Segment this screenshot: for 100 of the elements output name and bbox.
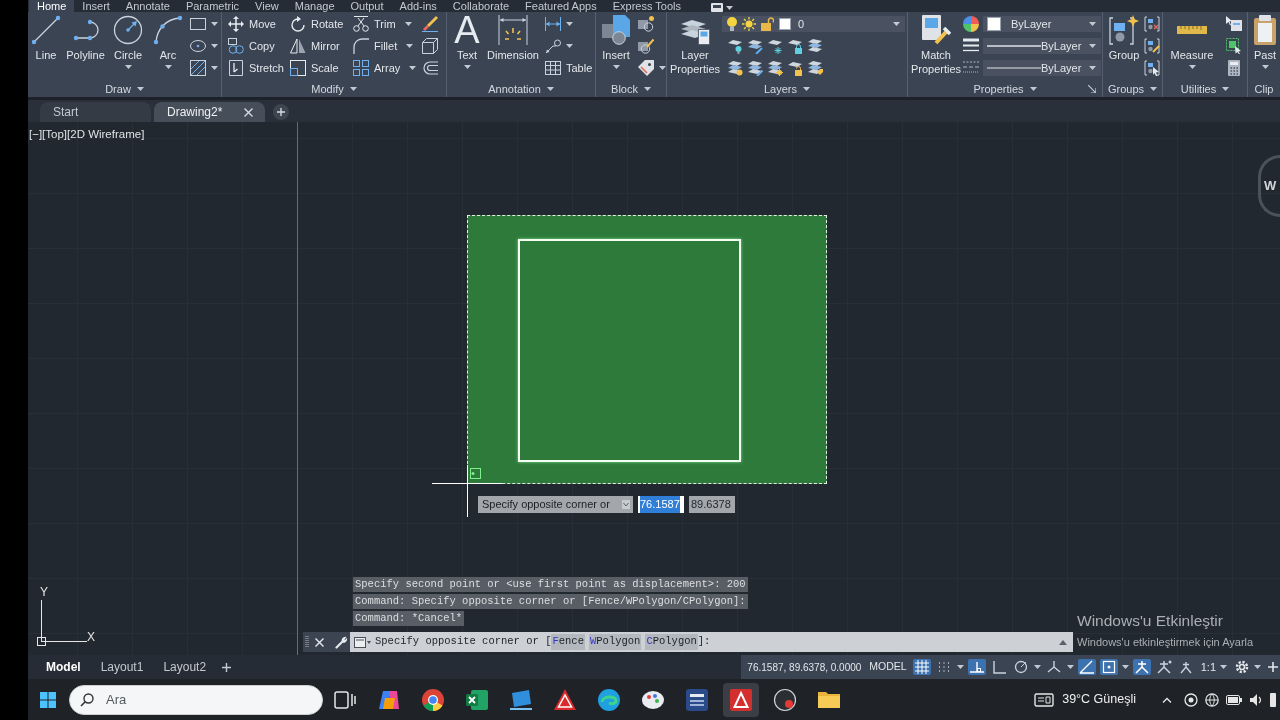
caret-icon[interactable] [1089,66,1096,70]
layer-stack-pencil-icon[interactable] [747,60,763,76]
layer-stack-tag-icon[interactable] [807,60,823,76]
create-block-icon[interactable] [638,16,654,32]
caret-icon[interactable] [1150,86,1158,91]
coordinate-input[interactable]: 76.1587 [638,496,684,513]
panel-title[interactable]: Utilities [1180,81,1230,96]
select-all-icon[interactable] [1226,38,1242,54]
arc-button[interactable]: Arc [149,12,187,79]
layer-snowflake-icon[interactable] [767,38,783,54]
caret-icon[interactable] [463,65,471,69]
offset-icon[interactable] [422,60,438,76]
ribbon-tab[interactable]: View [247,0,287,12]
circle-button[interactable]: Circle [109,12,147,79]
caret-icon[interactable] [725,5,733,10]
new-tab-button[interactable] [273,104,289,120]
scale-button[interactable]: Scale [290,57,339,79]
insert-button[interactable]: Insert [600,12,632,79]
annotation-visibility-icon[interactable] [1132,659,1151,675]
quick-select-icon[interactable] [1226,16,1242,32]
caret-icon[interactable] [404,22,412,26]
caret-icon[interactable] [1089,44,1096,48]
ellipse-icon[interactable] [190,38,206,54]
panel-title[interactable]: Annotation [488,81,554,96]
annotation-scale-button[interactable]: 1:1 [1200,658,1216,676]
padlock-icon[interactable] [761,17,774,31]
infer-icon[interactable] [967,659,986,675]
options-arrow-icon[interactable] [622,500,630,509]
layout-tab[interactable]: Layout2 [153,655,217,679]
measure-button[interactable]: Measure [1167,12,1217,79]
caret-icon[interactable] [211,44,218,48]
table-button[interactable]: Table [545,57,593,79]
tracking-icon[interactable] [1077,659,1096,675]
caret-icon[interactable] [406,44,414,48]
caret-icon[interactable] [1222,86,1230,91]
caret-icon[interactable] [546,86,554,91]
linetype-dropdown[interactable]: ByLayer [983,60,1101,76]
cube-icon[interactable] [422,38,438,54]
panel-launcher-icon[interactable] [1088,84,1096,93]
polyline-button[interactable]: Polyline [64,12,107,79]
square-outline[interactable] [518,239,741,462]
object-snap-icon[interactable] [1099,659,1118,675]
caret-icon[interactable] [1033,665,1041,669]
caret-icon[interactable] [1220,665,1227,669]
wrench-icon[interactable] [335,635,348,649]
battery-icon[interactable] [1226,694,1242,705]
ribbon-tab[interactable]: Featured Apps [517,0,605,12]
plus-icon[interactable] [222,662,232,672]
search-field[interactable]: Ara [69,684,323,715]
ribbon-tab[interactable]: Insert [74,0,118,12]
command-option[interactable]: WPolygon [588,634,642,650]
calculator-icon[interactable] [1228,60,1240,76]
layer-stack-sun-icon[interactable] [767,60,783,76]
layout-tab[interactable]: Layout1 [90,655,154,679]
color-wheel-icon[interactable] [963,16,979,32]
group-edit-icon[interactable] [1144,38,1160,54]
document-tab[interactable]: Start [40,102,151,122]
caret-icon[interactable] [612,65,620,69]
caret-icon[interactable] [1029,86,1037,91]
ribbon-tab[interactable]: Collaborate [444,0,518,12]
weather-text[interactable]: 39°C Güneşli [1062,690,1136,709]
globe-icon[interactable] [1205,692,1219,707]
stretch-button[interactable]: Stretch [228,57,284,79]
taskbar-app-button[interactable] [723,682,759,717]
rotate-button[interactable]: Rotate [290,13,344,35]
viewport-controls-label[interactable]: [−][Top][2D Wireframe] [29,127,145,141]
layer-stack-icon[interactable] [807,38,823,54]
tray-bar-icon[interactable] [1270,692,1276,707]
ribbon-tab[interactable]: Output [342,0,392,12]
caret-icon[interactable] [409,66,417,70]
match-properties-button[interactable]: Match Properties [910,12,962,79]
caret-icon[interactable] [956,665,964,669]
widget-icon[interactable] [1034,691,1055,708]
close-icon[interactable] [244,107,253,117]
panel-title[interactable]: Groups [1107,81,1158,96]
linear-dimension-icon[interactable] [545,16,561,32]
edit-block-icon[interactable] [638,38,654,54]
grip-handle-icon[interactable] [305,635,309,649]
caret-icon[interactable] [643,86,651,91]
layer-padlock-icon[interactable] [787,38,803,54]
layer-unlock-icon[interactable] [787,60,803,76]
sun-icon[interactable] [742,17,756,31]
caret-icon[interactable] [1261,65,1269,69]
caret-icon[interactable] [1188,65,1196,69]
caret-icon[interactable] [164,65,172,69]
trim-button[interactable]: Trim [353,13,412,35]
ribbon-tab[interactable]: Parametric [177,0,248,12]
plus-icon[interactable] [1268,662,1278,672]
panel-title[interactable]: Properties [973,81,1037,96]
caret-icon[interactable] [893,22,900,26]
caret-icon[interactable] [349,86,357,91]
mirror-button[interactable]: Mirror [290,35,340,57]
layer-dropdown[interactable]: 0 [722,16,905,32]
compass-letter[interactable]: W [1264,176,1277,196]
caret-icon[interactable] [211,66,218,70]
paste-button[interactable]: Past [1250,12,1280,69]
ribbon-tab[interactable]: Express Tools [604,0,689,12]
layer-bulb-icon[interactable] [727,38,743,54]
caret-icon[interactable] [124,65,132,69]
lineweight-icon[interactable] [963,38,979,54]
